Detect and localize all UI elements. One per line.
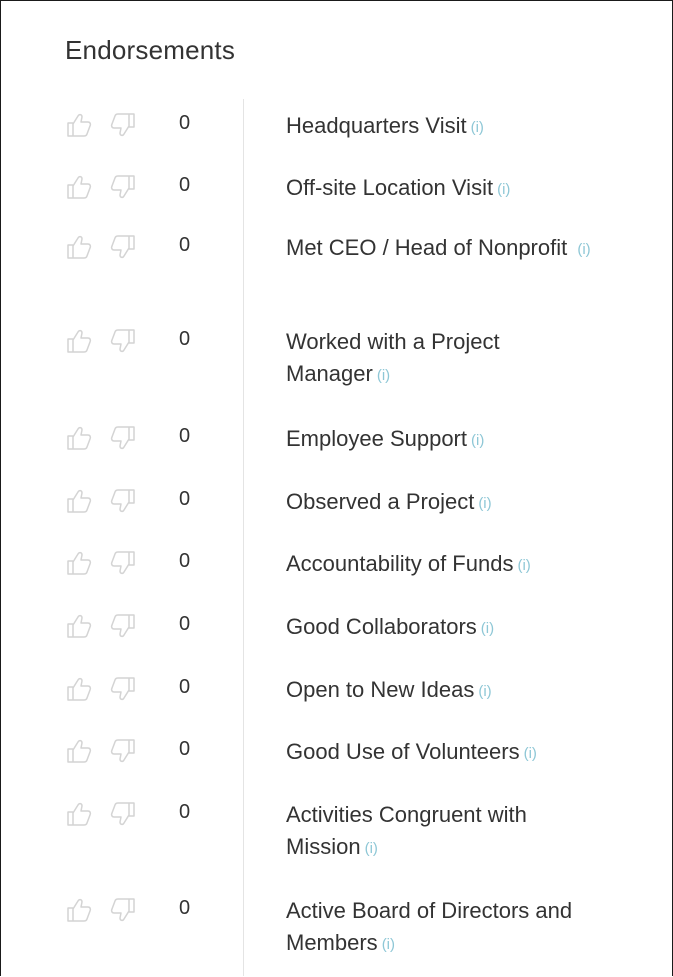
info-link[interactable]: (i) — [481, 620, 494, 637]
endorsement-count: 0 — [179, 174, 191, 196]
info-link[interactable]: (i) — [471, 119, 484, 136]
thumbs-down-icon[interactable] — [107, 547, 139, 579]
thumbs-up-icon[interactable] — [63, 325, 95, 357]
endorsement-label: Worked with a Project Manager (i) — [286, 329, 500, 386]
thumbs-up-icon[interactable] — [63, 735, 95, 767]
column-divider — [243, 99, 244, 976]
thumbs-down-icon[interactable] — [107, 422, 139, 454]
info-link[interactable]: (i) — [577, 241, 590, 258]
endorsement-count: 0 — [179, 112, 191, 134]
thumbs-down-icon[interactable] — [107, 610, 139, 642]
thumbs-down-icon[interactable] — [107, 109, 139, 141]
endorsement-count: 0 — [179, 676, 191, 698]
endorsement-count: 0 — [179, 897, 191, 919]
endorsements-panel: Endorsements 0 Headquarters Visit (i) 0 O… — [0, 0, 673, 976]
thumbs-down-icon[interactable] — [107, 485, 139, 517]
info-link[interactable]: (i) — [365, 840, 378, 857]
info-link[interactable]: (i) — [382, 936, 395, 953]
endorsement-label: Activities Congruent with Mission (i) — [286, 802, 527, 859]
thumbs-down-icon[interactable] — [107, 798, 139, 830]
endorsement-label: Employee Support (i) — [286, 426, 485, 451]
info-link[interactable]: (i) — [377, 367, 390, 384]
thumbs-up-icon[interactable] — [63, 109, 95, 141]
endorsement-label: Headquarters Visit (i) — [286, 113, 484, 138]
thumbs-up-icon[interactable] — [63, 673, 95, 705]
endorsement-count: 0 — [179, 801, 191, 823]
thumbs-up-icon[interactable] — [63, 798, 95, 830]
info-link[interactable]: (i) — [517, 557, 530, 574]
endorsement-label: Accountability of Funds (i) — [286, 551, 531, 576]
endorsement-count: 0 — [179, 234, 191, 256]
panel-title: Endorsements — [65, 35, 236, 65]
thumbs-down-icon[interactable] — [107, 894, 139, 926]
endorsement-label: Open to New Ideas (i) — [286, 677, 492, 702]
thumbs-up-icon[interactable] — [63, 894, 95, 926]
thumbs-up-icon[interactable] — [63, 547, 95, 579]
thumbs-up-icon[interactable] — [63, 171, 95, 203]
endorsement-count: 0 — [179, 425, 191, 447]
endorsement-label: Active Board of Directors and Members (i) — [286, 898, 573, 955]
endorsement-count: 0 — [179, 550, 191, 572]
endorsement-label: Good Collaborators (i) — [286, 614, 495, 639]
thumbs-up-icon[interactable] — [63, 610, 95, 642]
endorsement-label: Observed a Project (i) — [286, 489, 492, 514]
endorsement-count: 0 — [179, 328, 191, 350]
thumbs-up-icon[interactable] — [63, 422, 95, 454]
endorsement-label: Met CEO / Head of Nonprofit (i) — [286, 235, 591, 260]
info-link[interactable]: (i) — [471, 432, 484, 449]
thumbs-down-icon[interactable] — [107, 171, 139, 203]
endorsement-count: 0 — [179, 613, 191, 635]
endorsement-label: Good Use of Volunteers (i) — [286, 739, 537, 764]
endorsement-count: 0 — [179, 738, 191, 760]
endorsement-count: 0 — [179, 488, 191, 510]
thumbs-down-icon[interactable] — [107, 735, 139, 767]
thumbs-down-icon[interactable] — [107, 231, 139, 263]
thumbs-down-icon[interactable] — [107, 325, 139, 357]
info-link[interactable]: (i) — [524, 745, 537, 762]
thumbs-down-icon[interactable] — [107, 673, 139, 705]
endorsement-label: Off-site Location Visit (i) — [286, 175, 511, 200]
thumbs-up-icon[interactable] — [63, 231, 95, 263]
info-link[interactable]: (i) — [478, 683, 491, 700]
info-link[interactable]: (i) — [497, 181, 510, 198]
thumbs-up-icon[interactable] — [63, 485, 95, 517]
info-link[interactable]: (i) — [478, 495, 491, 512]
